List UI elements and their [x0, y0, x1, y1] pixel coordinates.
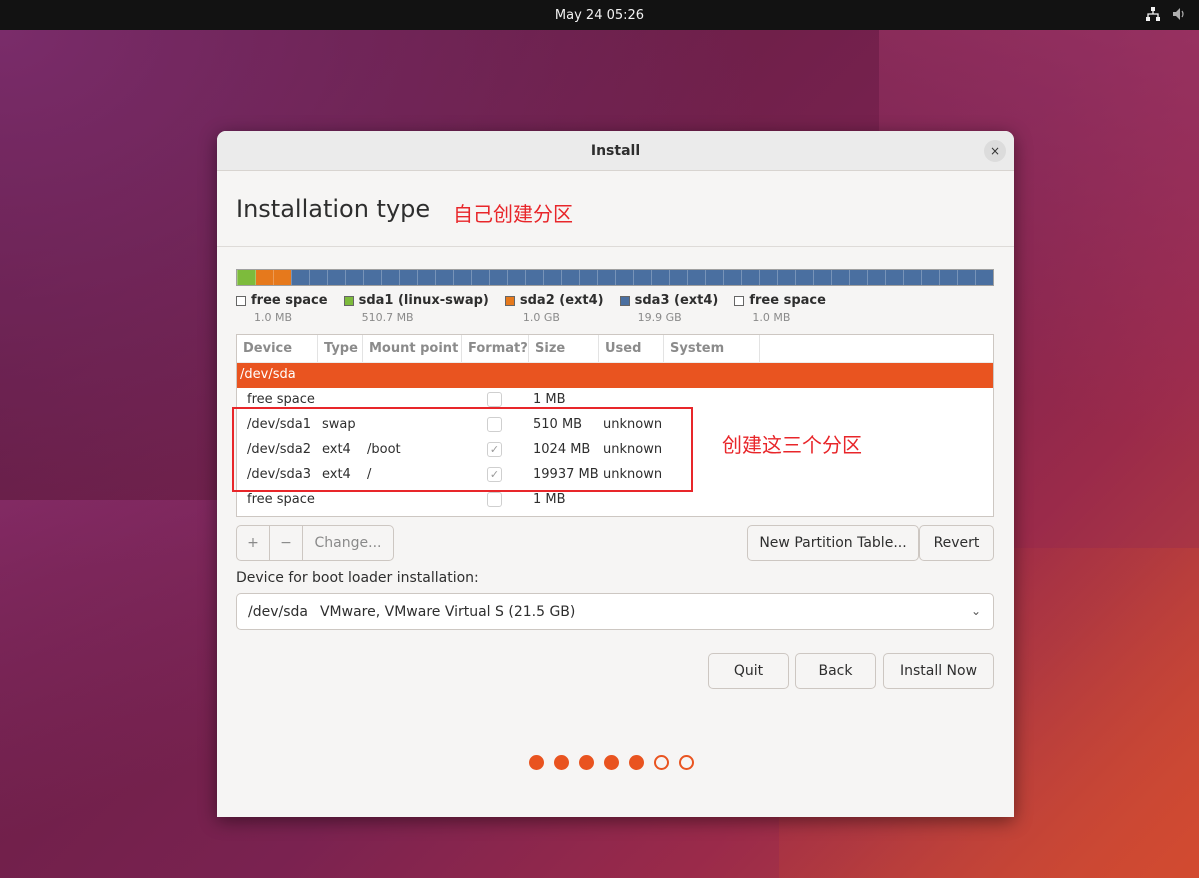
column-header[interactable]: Type	[318, 335, 363, 362]
column-header[interactable]: Format?	[462, 335, 529, 362]
legend-label: free space	[749, 293, 826, 308]
boot-device-description: VMware, VMware Virtual S (21.5 GB)	[319, 603, 576, 620]
legend-item: sda1 (linux-swap) 510.7 MB	[343, 293, 489, 324]
annotation-top: 自己创建分区	[453, 202, 573, 226]
window-title: Install	[590, 142, 641, 159]
clock[interactable]: May 24 05:26	[555, 8, 644, 23]
legend-size: 1.0 MB	[254, 311, 293, 324]
partition-bar-segment	[255, 270, 292, 285]
install-now-button[interactable]: Install Now	[883, 653, 994, 689]
cell-device: /dev/sda	[240, 367, 296, 382]
legend-item: sda2 (ext4) 1.0 GB	[504, 293, 604, 324]
title-bar: Install ×	[217, 131, 1014, 171]
close-icon: ×	[989, 144, 1001, 158]
legend-size: 1.0 MB	[752, 311, 791, 324]
progress-dot	[629, 755, 644, 770]
quit-button-label: Quit	[733, 663, 764, 679]
progress-dot	[604, 755, 619, 770]
table-row[interactable]: /dev/sda	[237, 363, 993, 388]
legend-label: free space	[251, 293, 328, 308]
legend-label-row: sda1 (linux-swap)	[343, 293, 489, 308]
annotation-box	[232, 407, 693, 492]
table-header: Device Type Mount point Format? Size Used Syst…	[237, 335, 993, 363]
page-title: Installation type	[236, 195, 431, 223]
column-header[interactable]: Used	[599, 335, 664, 362]
legend-label-row: sda2 (ext4)	[504, 293, 604, 308]
format-checkbox[interactable]	[487, 492, 502, 507]
legend-label-row: free space	[236, 293, 328, 308]
chevron-down-icon: ⌄	[970, 604, 981, 618]
format-checkbox[interactable]	[487, 392, 502, 407]
legend-size: 510.7 MB	[361, 311, 414, 324]
legend-swatch	[343, 295, 354, 306]
legend-label-row: sda3 (ext4)	[619, 293, 719, 308]
column-header[interactable]: System	[664, 335, 760, 362]
remove-partition-button[interactable]: −	[270, 526, 303, 560]
new-partition-table-button[interactable]: New Partition Table...	[747, 525, 919, 561]
network-icon[interactable]	[1145, 6, 1161, 22]
progress-dot	[554, 755, 569, 770]
back-button[interactable]: Back	[795, 653, 876, 689]
legend-swatch	[619, 295, 630, 306]
cell-size: 1 MB	[533, 492, 566, 507]
close-button[interactable]: ×	[984, 140, 1006, 162]
annotation-side: 创建这三个分区	[722, 433, 862, 457]
legend-label: sda2 (ext4)	[519, 293, 604, 308]
partition-legend: free space 1.0 MB sda1 (linux-swap) 510.7 M…	[236, 293, 826, 324]
progress-dots	[529, 755, 694, 770]
column-header[interactable]: Size	[529, 335, 599, 362]
column-header[interactable]: Device	[237, 335, 318, 362]
legend-size: 1.0 GB	[522, 311, 560, 324]
boot-loader-select[interactable]: /dev/sda VMware, VMware Virtual S (21.5 …	[236, 593, 994, 630]
legend-item: free space 1.0 MB	[236, 293, 328, 324]
legend-label: sda3 (ext4)	[634, 293, 719, 308]
progress-dot	[679, 755, 694, 770]
partition-bar	[236, 269, 994, 286]
legend-label: sda1 (linux-swap)	[358, 293, 489, 308]
system-tray[interactable]	[1145, 6, 1187, 22]
quit-button[interactable]: Quit	[708, 653, 789, 689]
column-header[interactable]: Mount point	[363, 335, 462, 362]
volume-icon[interactable]	[1171, 6, 1187, 22]
back-button-label: Back	[818, 663, 853, 679]
cell-size: 1 MB	[533, 392, 566, 407]
cell-device: free space	[247, 492, 315, 507]
progress-dot	[579, 755, 594, 770]
boot-loader-label: Device for boot loader installation:	[236, 570, 479, 586]
install-now-label: Install Now	[899, 663, 978, 679]
add-partition-button[interactable]: +	[237, 526, 270, 560]
change-partition-button[interactable]: Change...	[303, 526, 393, 560]
partition-bar-segment	[291, 270, 993, 285]
legend-label-row: free space	[734, 293, 826, 308]
legend-size: 19.9 GB	[637, 311, 682, 324]
legend-item: free space 1.0 MB	[734, 293, 826, 324]
revert-button[interactable]: Revert	[919, 525, 994, 561]
legend-swatch	[504, 295, 515, 306]
boot-device-value: /dev/sda	[248, 603, 308, 620]
legend-swatch	[734, 295, 745, 306]
partition-toolbar: + − Change...	[236, 525, 394, 561]
progress-dot	[654, 755, 669, 770]
legend-item: sda3 (ext4) 19.9 GB	[619, 293, 719, 324]
partition-bar-segment	[237, 270, 256, 285]
top-bar: May 24 05:26	[0, 0, 1199, 30]
install-window: Install × Installation type 自己创建分区 free …	[217, 131, 1014, 817]
progress-dot	[529, 755, 544, 770]
page-header: Installation type 自己创建分区	[217, 171, 1014, 247]
cell-device: free space	[247, 392, 315, 407]
legend-swatch	[236, 295, 246, 306]
